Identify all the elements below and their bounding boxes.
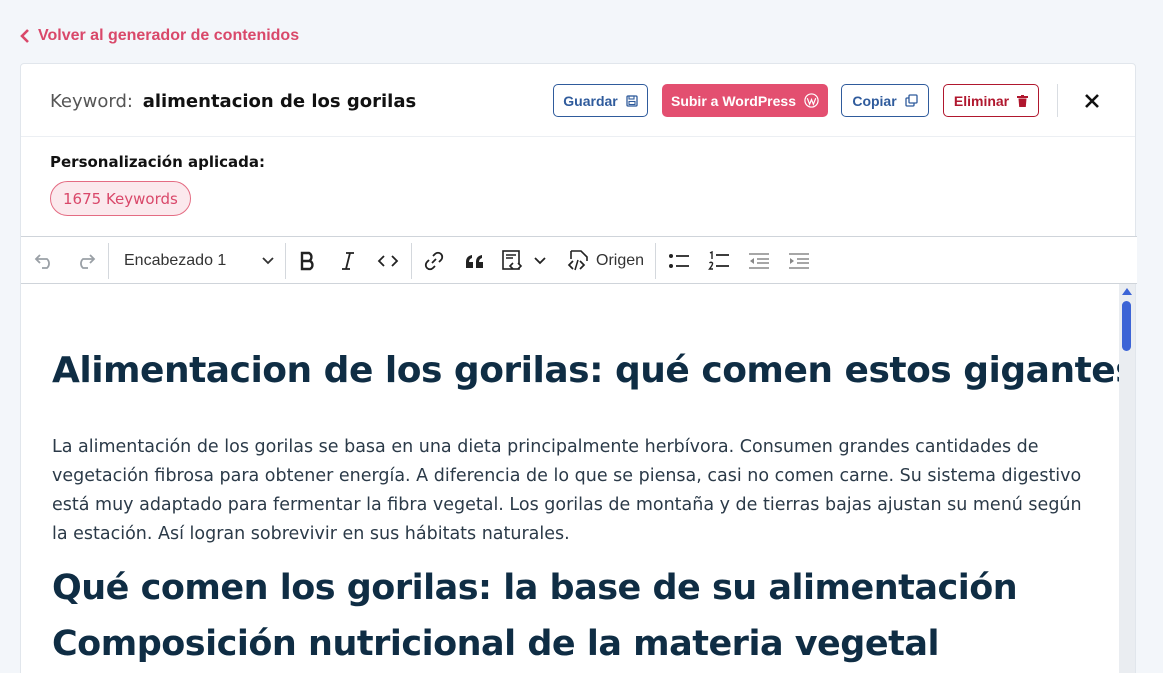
link-button[interactable]	[422, 249, 446, 273]
editor-scrollbar[interactable]	[1119, 284, 1135, 673]
chevron-down-icon	[534, 257, 546, 265]
trash-icon	[1017, 94, 1029, 107]
bold-icon	[300, 251, 314, 271]
code-icon	[377, 255, 399, 267]
wordpress-icon	[804, 93, 819, 108]
chevron-left-icon	[20, 29, 29, 43]
toolbar-separator	[108, 243, 109, 279]
delete-button[interactable]: Eliminar	[943, 84, 1039, 117]
delete-button-label: Eliminar	[953, 92, 1010, 109]
chevron-down-icon	[262, 257, 274, 265]
content-heading-1: Alimentacion de los gorilas: qué comen e…	[52, 350, 1119, 391]
card-header: Keyword: alimentacion de los gorilas Gua…	[21, 64, 1135, 137]
editor-toolbar: Encabezado 1 Origen	[21, 236, 1137, 284]
indent-button[interactable]	[787, 249, 811, 273]
keyword-value: alimentacion de los gorilas	[142, 91, 417, 112]
link-icon	[424, 251, 444, 271]
save-button[interactable]: Guardar	[553, 84, 648, 117]
scroll-up-arrow[interactable]	[1122, 288, 1132, 295]
upload-wordpress-button[interactable]: Subir a WordPress	[662, 84, 828, 117]
keywords-chip: 1675 Keywords	[50, 181, 191, 216]
numbered-list-icon	[708, 251, 729, 270]
personalization-title: Personalización aplicada:	[50, 153, 265, 171]
content-paragraph: La alimentación de los gorilas se basa e…	[52, 437, 1082, 544]
scroll-thumb[interactable]	[1122, 301, 1131, 351]
undo-icon	[34, 254, 50, 269]
back-link[interactable]: Volver al generador de contenidos	[20, 27, 299, 45]
header-divider	[1057, 84, 1058, 117]
code-block-dropdown[interactable]	[532, 249, 548, 273]
code-button[interactable]	[376, 249, 400, 273]
italic-icon	[342, 252, 354, 270]
keyword: Keyword: alimentacion de los gorilas	[50, 91, 416, 112]
content-card: Keyword: alimentacion de los gorilas Gua…	[20, 63, 1137, 673]
copy-button[interactable]: Copiar	[841, 84, 929, 117]
code-block-icon	[502, 250, 523, 270]
indent-icon	[789, 253, 809, 269]
bold-button[interactable]	[296, 249, 320, 273]
source-button-label: Origen	[596, 252, 645, 269]
copy-icon	[905, 94, 918, 107]
undo-button[interactable]	[33, 249, 57, 273]
outdent-button[interactable]	[747, 249, 771, 273]
keyword-label: Keyword:	[50, 91, 133, 112]
toolbar-separator	[411, 243, 412, 279]
bulleted-list-icon	[669, 254, 689, 268]
floppy-disk-icon	[626, 94, 638, 107]
content-heading-2: Composición nutricional de la materia ve…	[52, 624, 939, 664]
numbered-list-button[interactable]	[707, 249, 731, 273]
heading-select[interactable]: Encabezado 1	[124, 249, 274, 273]
back-link-label: Volver al generador de contenidos	[38, 27, 300, 44]
toolbar-separator	[285, 243, 286, 279]
copy-button-label: Copiar	[852, 92, 897, 109]
toolbar-separator	[655, 243, 656, 279]
bulleted-list-button[interactable]	[667, 249, 691, 273]
save-button-label: Guardar	[563, 92, 618, 109]
close-icon	[1085, 94, 1099, 108]
blockquote-button[interactable]	[463, 249, 487, 273]
heading-select-value: Encabezado 1	[124, 252, 227, 269]
content-heading-2: Qué comen los gorilas: la base de su ali…	[52, 568, 1018, 608]
quote-icon	[466, 255, 483, 268]
source-code-icon	[567, 250, 588, 271]
code-block-button[interactable]	[501, 249, 525, 273]
outdent-icon	[749, 253, 769, 269]
upload-wordpress-label: Subir a WordPress	[670, 92, 796, 109]
italic-button[interactable]	[336, 249, 360, 273]
editor-content[interactable]: Alimentacion de los gorilas: qué comen e…	[21, 284, 1119, 673]
redo-icon	[80, 254, 96, 269]
close-button[interactable]	[1081, 90, 1103, 112]
redo-button[interactable]	[73, 249, 97, 273]
source-button[interactable]: Origen	[567, 248, 644, 274]
